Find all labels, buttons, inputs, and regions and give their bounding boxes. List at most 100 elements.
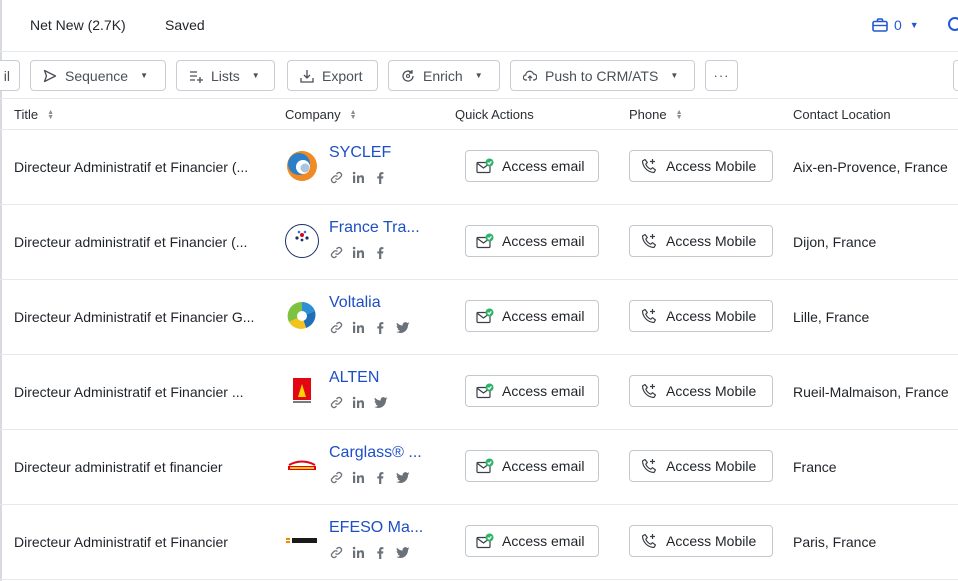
access-email-button[interactable]: Access email	[465, 525, 599, 557]
twitter-icon[interactable]	[396, 321, 410, 337]
facebook-icon[interactable]	[374, 246, 387, 262]
link-icon[interactable]	[330, 396, 343, 412]
lists-button[interactable]: Lists ▼	[176, 60, 275, 91]
chevron-down-icon: ▼	[140, 71, 148, 80]
access-email-button[interactable]: Access email	[465, 225, 599, 257]
link-icon[interactable]	[330, 246, 343, 262]
ellipsis-icon: ···	[713, 68, 730, 83]
twitter-icon[interactable]	[374, 396, 388, 412]
facebook-icon[interactable]	[374, 471, 387, 487]
enrich-button[interactable]: Enrich ▼	[388, 60, 500, 91]
linkedin-icon[interactable]	[352, 546, 365, 562]
eye-icon[interactable]	[948, 17, 958, 31]
table-row[interactable]: Directeur Administratif et Financier EFE…	[0, 505, 958, 580]
access-email-button[interactable]: Access email	[465, 450, 599, 482]
linkedin-icon[interactable]	[352, 396, 365, 412]
email-button[interactable]: il	[0, 60, 20, 91]
facebook-icon[interactable]	[374, 171, 387, 187]
access-mobile-label: Access Mobile	[666, 308, 757, 324]
twitter-icon[interactable]	[396, 546, 410, 562]
push-label: Push to CRM/ATS	[545, 67, 659, 84]
access-mobile-button[interactable]: Access Mobile	[629, 150, 773, 182]
linkedin-icon[interactable]	[352, 471, 365, 487]
access-email-button[interactable]: Access email	[465, 300, 599, 332]
sort-icon[interactable]: ▲ ▼	[47, 109, 54, 121]
column-header-title[interactable]: Title ▲ ▼	[14, 107, 54, 122]
phone-add-icon	[641, 308, 657, 324]
email-button-label: il	[3, 67, 10, 84]
table-row[interactable]: Directeur administratif et Financier (..…	[0, 205, 958, 280]
linkedin-icon[interactable]	[352, 171, 365, 187]
contact-location: Lille, France	[793, 309, 870, 325]
briefcase-counter[interactable]: 0 ▼	[872, 17, 958, 33]
access-mobile-label: Access Mobile	[666, 533, 757, 549]
company-name-link[interactable]: SYCLEF	[329, 144, 391, 162]
view-options-button[interactable]	[953, 60, 958, 91]
column-header-company[interactable]: Company ▲ ▼	[285, 107, 357, 122]
company-name-link[interactable]: Voltalia	[329, 294, 381, 312]
briefcase-icon	[872, 18, 888, 32]
briefcase-count: 0	[894, 17, 902, 33]
voltalia-logo[interactable]	[284, 298, 320, 334]
company-social-links	[330, 246, 387, 262]
company-name-link[interactable]: EFESO Ma...	[329, 519, 423, 537]
company-name-link[interactable]: Carglass® ...	[329, 444, 422, 462]
lists-label: Lists	[211, 67, 240, 84]
phone-add-icon	[641, 233, 657, 249]
table-row[interactable]: Directeur Administratif et Financier (..…	[0, 130, 958, 205]
efeso-logo[interactable]: EFESO	[284, 523, 320, 559]
linkedin-icon[interactable]	[352, 321, 365, 337]
access-email-label: Access email	[502, 458, 585, 474]
access-mobile-button[interactable]: Access Mobile	[629, 450, 773, 482]
access-email-button[interactable]: Access email	[465, 150, 599, 182]
company-name-link[interactable]: ALTEN	[329, 369, 379, 387]
linkedin-icon[interactable]	[352, 246, 365, 262]
twitter-icon[interactable]	[396, 471, 410, 487]
contact-location: Rueil-Malmaison, France	[793, 384, 949, 400]
access-mobile-button[interactable]: Access Mobile	[629, 300, 773, 332]
company-name-link[interactable]: France Tra...	[329, 219, 420, 237]
syclef-logo[interactable]	[284, 148, 320, 184]
link-icon[interactable]	[330, 546, 343, 562]
access-email-label: Access email	[502, 383, 585, 399]
more-options-button[interactable]: ···	[705, 60, 738, 91]
sort-icon[interactable]: ▲ ▼	[350, 109, 357, 121]
facebook-icon[interactable]	[374, 321, 387, 337]
carglass-logo[interactable]: CARGLASS	[284, 448, 320, 484]
facebook-icon[interactable]	[374, 546, 387, 562]
toolbar: il Sequence ▼ Lists ▼ Export Enrich ▼ Pu…	[0, 53, 958, 99]
sort-icon[interactable]: ▲ ▼	[676, 109, 683, 121]
tab-net-new[interactable]: Net New (2.7K)	[30, 17, 126, 33]
verified-email-icon	[476, 533, 494, 549]
france-travail-logo[interactable]: France Travail	[284, 223, 320, 259]
contact-location: France	[793, 459, 837, 475]
table-row[interactable]: Directeur Administratif et Financier ...…	[0, 355, 958, 430]
access-email-label: Access email	[502, 158, 585, 174]
access-email-button[interactable]: Access email	[465, 375, 599, 407]
table-row[interactable]: Directeur Administratif et Financier G..…	[0, 280, 958, 355]
contact-location: Aix-en-Provence, France	[793, 159, 948, 175]
access-mobile-label: Access Mobile	[666, 158, 757, 174]
top-bar: Net New (2.7K) Saved 0 ▼	[0, 0, 958, 52]
push-to-crm-button[interactable]: Push to CRM/ATS ▼	[510, 60, 695, 91]
chevron-down-icon: ▼	[251, 71, 260, 80]
sequence-button[interactable]: Sequence ▼	[30, 60, 166, 91]
column-header-phone[interactable]: Phone ▲ ▼	[629, 107, 683, 122]
tab-saved[interactable]: Saved	[165, 17, 205, 33]
contact-title: Directeur Administratif et Financier (..…	[14, 159, 249, 175]
alten-logo[interactable]	[284, 373, 320, 409]
link-icon[interactable]	[330, 321, 343, 337]
access-mobile-button[interactable]: Access Mobile	[629, 375, 773, 407]
link-icon[interactable]	[330, 171, 343, 187]
table-row[interactable]: Directeur administratif et financier CAR…	[0, 430, 958, 505]
column-title-label: Title	[14, 107, 39, 122]
export-button[interactable]: Export	[287, 60, 378, 91]
access-email-label: Access email	[502, 308, 585, 324]
access-mobile-button[interactable]: Access Mobile	[629, 225, 773, 257]
access-mobile-label: Access Mobile	[666, 458, 757, 474]
refresh-icon	[402, 69, 414, 82]
access-mobile-button[interactable]: Access Mobile	[629, 525, 773, 557]
contact-title: Directeur administratif et Financier (..…	[14, 234, 248, 250]
link-icon[interactable]	[330, 471, 343, 487]
verified-email-icon	[476, 308, 494, 324]
